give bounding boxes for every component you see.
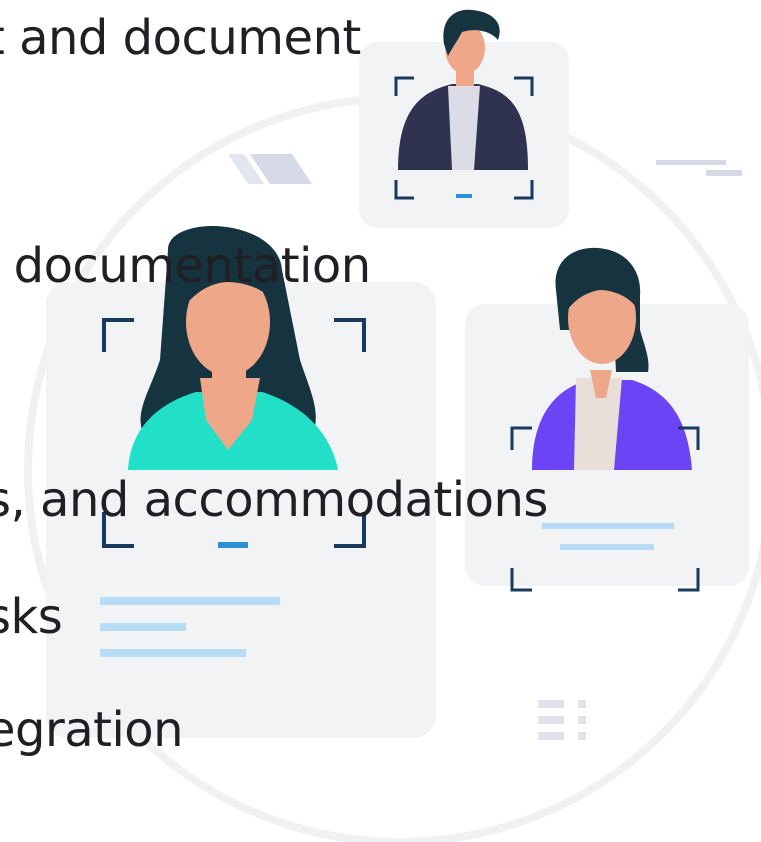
profile-card-top [359, 9, 569, 228]
profile-card-right [465, 247, 749, 592]
decor-stripes-top-right [656, 160, 742, 176]
decor-grid-bottom [538, 700, 586, 740]
feature-line-2: l documentation [0, 238, 371, 294]
decor-stripes-top-left [228, 154, 312, 184]
feature-line-5: egration [0, 702, 184, 758]
feature-line-1: t and document [0, 10, 361, 66]
feature-line-4: sks [0, 589, 63, 645]
feature-line-3: s, and accommodations [0, 472, 548, 528]
